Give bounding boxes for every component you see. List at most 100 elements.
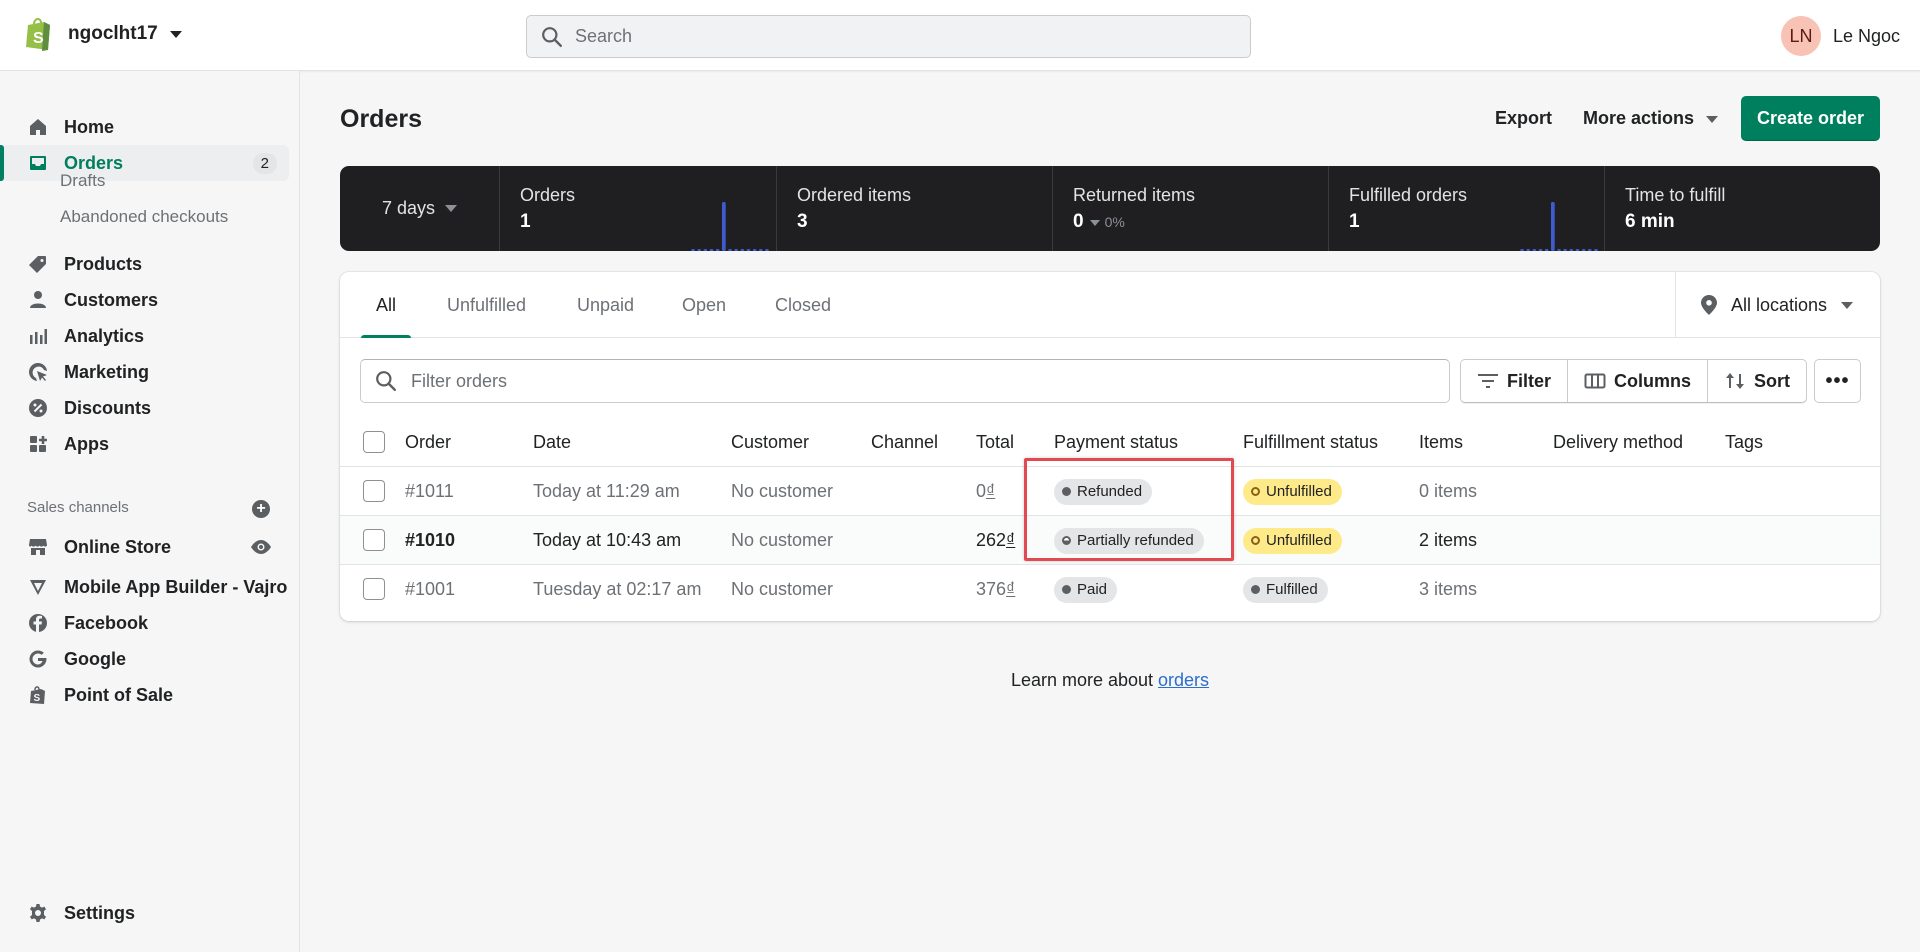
order-number[interactable]: #1001 bbox=[405, 565, 455, 614]
order-number[interactable]: #1011 bbox=[405, 467, 454, 516]
status-half-dot-icon bbox=[1062, 536, 1071, 545]
stat-label: Returned items bbox=[1073, 185, 1196, 205]
order-customer: No customer bbox=[731, 530, 834, 550]
learn-more-orders-link[interactable]: orders bbox=[1158, 670, 1209, 690]
user-menu[interactable]: LN Le Ngoc bbox=[1780, 16, 1900, 56]
order-date: Today at 10:43 am bbox=[533, 530, 682, 550]
sidebar-item-orders[interactable]: Orders 2 bbox=[0, 145, 289, 181]
tab-unpaid[interactable]: Unpaid bbox=[577, 272, 634, 338]
page-title: Orders bbox=[340, 105, 422, 133]
sidebar-item-products[interactable]: Products bbox=[0, 246, 290, 282]
sidebar-item-label: Products bbox=[64, 253, 143, 274]
more-options-button[interactable]: ••• bbox=[1814, 359, 1861, 403]
order-date: Tuesday at 02:17 am bbox=[533, 579, 702, 599]
column-header-delivery-method[interactable]: Delivery method bbox=[1553, 417, 1683, 467]
sidebar-item-customers[interactable]: Customers bbox=[0, 282, 290, 318]
tab-all[interactable]: All bbox=[360, 272, 412, 338]
home-icon bbox=[27, 116, 49, 138]
create-order-button[interactable]: Create order bbox=[1741, 96, 1880, 141]
stat-time-to-fulfill[interactable]: Time to fulfill 6 min bbox=[1605, 166, 1880, 251]
row-checkbox[interactable] bbox=[363, 578, 385, 600]
order-total: 0 ₫ bbox=[976, 467, 995, 516]
order-items: 2 items bbox=[1419, 530, 1478, 550]
stat-orders[interactable]: Orders 1 bbox=[500, 166, 777, 251]
global-search-input[interactable] bbox=[575, 26, 1175, 47]
column-header-total[interactable]: Total bbox=[976, 417, 1014, 467]
column-header-payment-status[interactable]: Payment status bbox=[1054, 417, 1178, 467]
row-checkbox[interactable] bbox=[363, 480, 385, 502]
column-header-order[interactable]: Order bbox=[405, 417, 451, 467]
order-row[interactable]: #1001 Tuesday at 02:17 am No customer 37… bbox=[340, 565, 1880, 614]
fulfillment-status-label: Unfulfilled bbox=[1266, 483, 1332, 500]
stat-delta-value: 0% bbox=[1104, 214, 1125, 230]
order-row[interactable]: #1011 Today at 11:29 am No customer 0 ₫ R… bbox=[340, 467, 1880, 516]
more-actions-button[interactable]: More actions bbox=[1583, 108, 1719, 129]
sparkline-bar bbox=[715, 249, 720, 251]
sidebar-item-apps[interactable]: Apps bbox=[0, 426, 290, 462]
filter-button[interactable]: Filter bbox=[1461, 360, 1569, 402]
tab-open[interactable]: Open bbox=[682, 272, 726, 338]
row-checkbox[interactable] bbox=[363, 529, 385, 551]
bar-chart-icon bbox=[27, 325, 49, 347]
sidebar-subitem-abandoned-checkouts[interactable]: Abandoned checkouts bbox=[60, 207, 228, 227]
sidebar-item-marketing[interactable]: Marketing bbox=[0, 354, 290, 390]
stat-ordered-items[interactable]: Ordered items 3 bbox=[777, 166, 1053, 251]
order-row[interactable]: #1010 Today at 10:43 am No customer 262 ₫… bbox=[340, 516, 1880, 565]
stat-value: 3 bbox=[797, 211, 808, 232]
payment-status-cell: Paid bbox=[1054, 565, 1118, 614]
column-header-tags[interactable]: Tags bbox=[1725, 417, 1763, 467]
tab-closed[interactable]: Closed bbox=[775, 272, 831, 338]
sidebar-channel-vajro[interactable]: Mobile App Builder - Vajro bbox=[0, 569, 290, 605]
sparkline-bar bbox=[752, 249, 757, 251]
sparkline-bar bbox=[691, 249, 695, 251]
trend-down-icon bbox=[1089, 220, 1100, 227]
sidebar-channel-online-store[interactable]: Online Store bbox=[0, 529, 290, 565]
order-customer: No customer bbox=[731, 579, 834, 599]
column-header-date[interactable]: Date bbox=[533, 417, 571, 467]
export-button[interactable]: Export bbox=[1495, 108, 1552, 129]
select-all-checkbox[interactable] bbox=[363, 431, 385, 453]
date-range-label: 7 days bbox=[381, 198, 436, 218]
order-customer: No customer bbox=[731, 481, 834, 501]
view-online-store-eye-icon[interactable] bbox=[250, 540, 272, 554]
add-sales-channel-button[interactable]: + bbox=[252, 500, 270, 518]
store-switcher[interactable]: S ngoclht17 bbox=[24, 16, 182, 52]
stat-returned-items[interactable]: Returned items 0 0% bbox=[1053, 166, 1329, 251]
sparkline-bar bbox=[703, 249, 708, 251]
google-icon bbox=[27, 648, 49, 670]
global-search[interactable] bbox=[526, 15, 1251, 58]
sparkline-bar bbox=[709, 249, 714, 251]
sparkline-bar bbox=[1563, 249, 1567, 251]
filter-orders-field[interactable] bbox=[360, 359, 1450, 403]
column-header-channel[interactable]: Channel bbox=[871, 417, 938, 467]
sparkline-bar bbox=[1526, 249, 1531, 251]
stat-fulfilled-orders[interactable]: Fulfilled orders 1 bbox=[1329, 166, 1605, 251]
filter-orders-input[interactable] bbox=[411, 370, 1411, 392]
sidebar-item-label: Online Store bbox=[64, 536, 172, 557]
order-number[interactable]: #1010 bbox=[405, 516, 455, 565]
column-header-items[interactable]: Items bbox=[1419, 417, 1463, 467]
fulfillment-status-cell: Fulfilled bbox=[1243, 565, 1328, 614]
date-range-selector[interactable]: 7 days bbox=[340, 166, 500, 251]
columns-button[interactable]: Columns bbox=[1568, 360, 1709, 402]
location-selector[interactable]: All locations bbox=[1675, 272, 1880, 338]
sidebar-item-home[interactable]: Home bbox=[0, 109, 290, 145]
tab-unfulfilled[interactable]: Unfulfilled bbox=[447, 272, 526, 338]
payment-status-label: Refunded bbox=[1077, 483, 1143, 500]
column-header-fulfillment-status[interactable]: Fulfillment status bbox=[1243, 417, 1378, 467]
order-stats-bar: 7 days Orders 1 Ordered items 3 Returned… bbox=[340, 166, 1880, 251]
location-label: All locations bbox=[1731, 294, 1828, 315]
sort-button[interactable]: Sort bbox=[1708, 360, 1806, 402]
sidebar-item-settings[interactable]: Settings bbox=[0, 895, 290, 931]
sidebar-item-analytics[interactable]: Analytics bbox=[0, 318, 290, 354]
sidebar-item-discounts[interactable]: Discounts bbox=[0, 390, 290, 426]
sidebar-item-label: Analytics bbox=[64, 325, 145, 346]
sparkline-bar bbox=[1532, 249, 1537, 251]
sort-button-label: Sort bbox=[1754, 370, 1791, 391]
column-header-customer[interactable]: Customer bbox=[731, 417, 809, 467]
sidebar-channel-facebook[interactable]: Facebook bbox=[0, 605, 290, 641]
sidebar-subitem-drafts[interactable]: Drafts bbox=[60, 171, 105, 191]
payment-status-badge: Paid bbox=[1054, 576, 1118, 603]
sparkline-bar bbox=[1587, 249, 1592, 251]
fulfillment-status-label: Fulfilled bbox=[1266, 581, 1318, 598]
